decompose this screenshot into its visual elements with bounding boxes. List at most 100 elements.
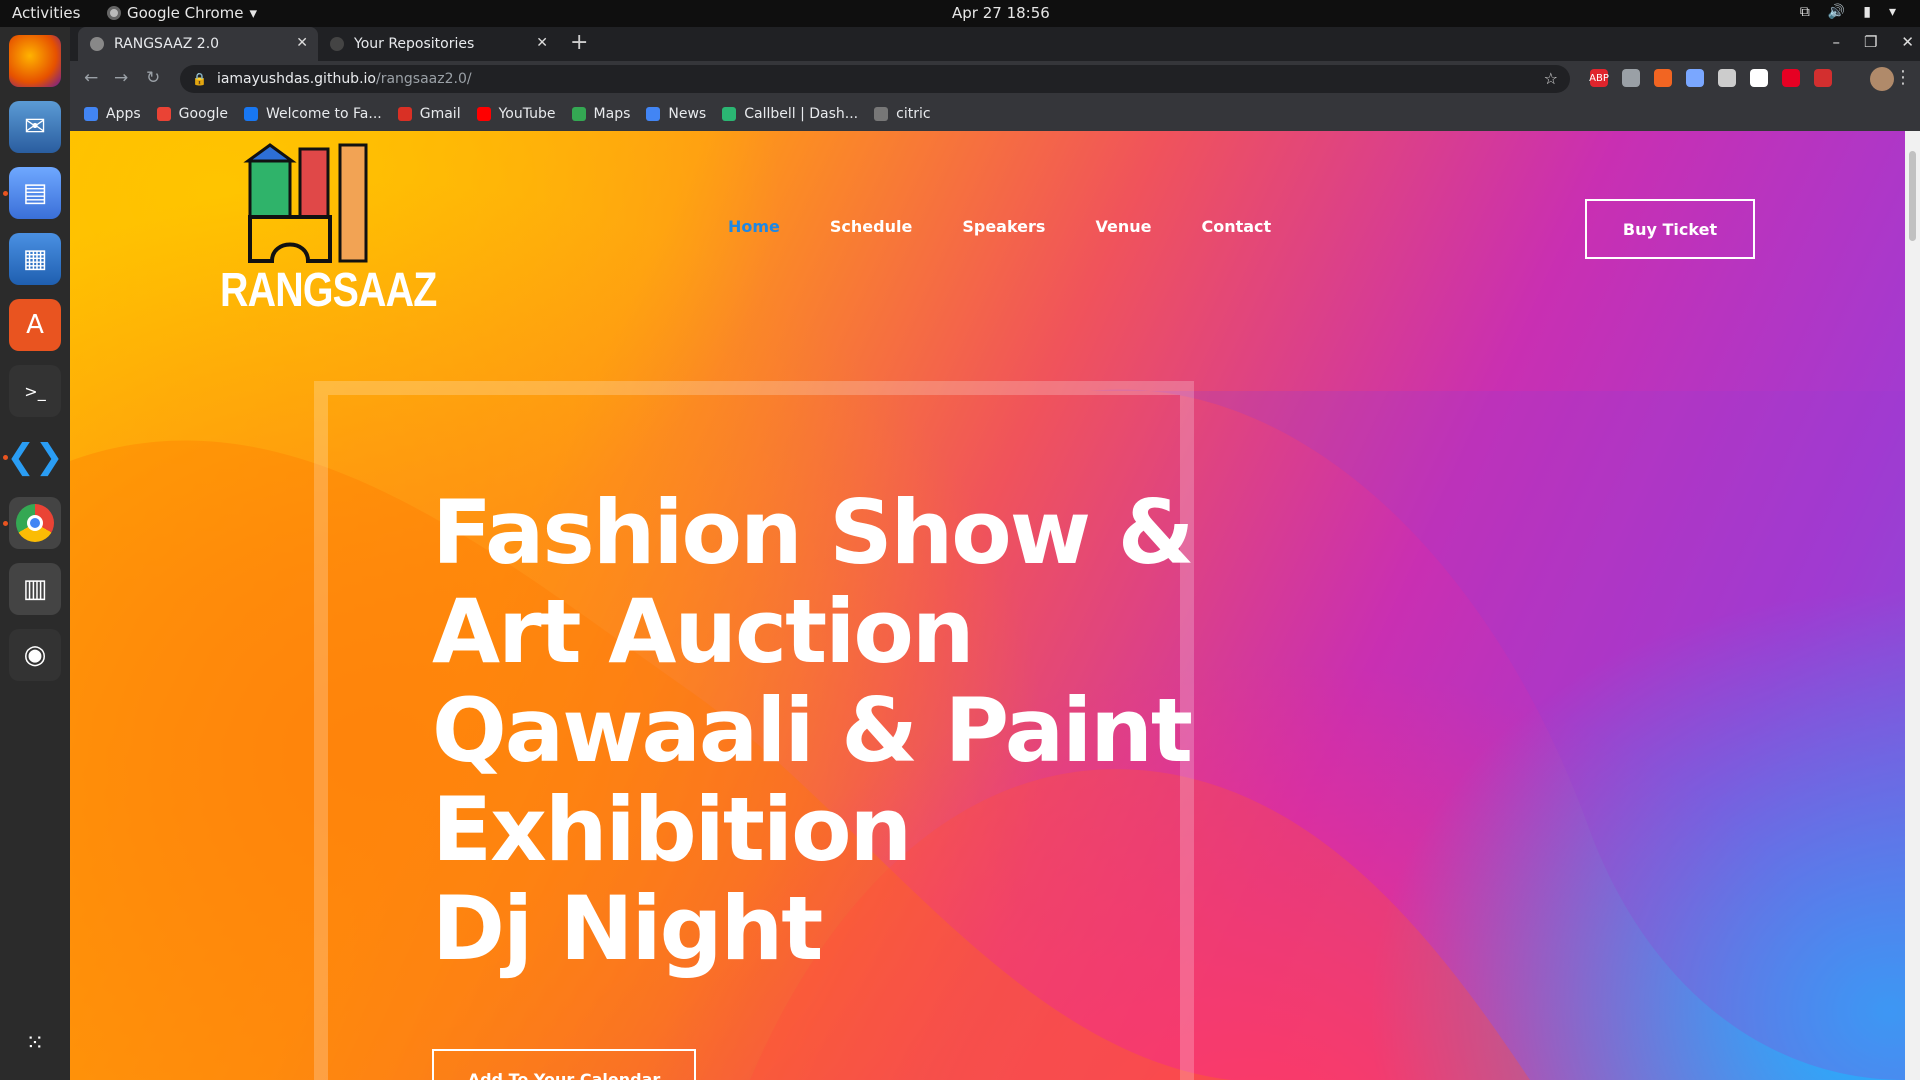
- url-path: /rangsaaz2.0/: [375, 71, 472, 87]
- terminal-icon[interactable]: >_: [9, 365, 61, 417]
- bookmark-label: Callbell | Dash...: [744, 106, 859, 122]
- bookmark-item[interactable]: Maps: [571, 106, 630, 122]
- gmail-icon: [397, 107, 412, 121]
- volume-icon: 🔊: [1827, 4, 1846, 20]
- camera-icon[interactable]: ◉: [9, 629, 61, 681]
- chevron-down-icon: ▾: [1888, 4, 1896, 20]
- firefox-icon[interactable]: [9, 35, 61, 87]
- logo-text: RANGSAAZ: [220, 264, 437, 317]
- clock[interactable]: Apr 27 18:56: [952, 4, 1050, 22]
- extension-icon[interactable]: [1622, 69, 1640, 87]
- news-icon: [646, 107, 661, 121]
- app-menu[interactable]: Google Chrome ▾: [107, 4, 257, 22]
- close-window-icon[interactable]: ✕: [1901, 33, 1914, 51]
- apps-grid-icon: [84, 107, 98, 121]
- hero-title-line: Exhibition: [432, 778, 912, 881]
- forward-icon[interactable]: →: [114, 68, 128, 88]
- menu-kebab-icon[interactable]: ⋮: [1894, 67, 1912, 88]
- close-icon[interactable]: ✕: [296, 35, 308, 51]
- nav-item-contact[interactable]: Contact: [1201, 217, 1271, 236]
- bookmark-label: Welcome to Fa...: [266, 106, 382, 122]
- hero-title-line: Fashion Show &: [432, 481, 1194, 584]
- avatar[interactable]: [1870, 67, 1894, 91]
- bookmark-star-icon[interactable]: ☆: [1544, 69, 1558, 88]
- bookmark-label: Apps: [106, 106, 141, 122]
- files-icon[interactable]: ▤: [9, 167, 61, 219]
- loading-icon: [330, 37, 344, 51]
- bookmark-label: Gmail: [419, 106, 461, 122]
- new-tab-button[interactable]: +: [570, 30, 588, 55]
- thunderbird-icon[interactable]: ✉: [9, 101, 61, 153]
- restore-icon[interactable]: ❐: [1864, 33, 1877, 51]
- bookmark-label: Google: [178, 106, 229, 122]
- vscode-icon[interactable]: ❮❯: [7, 431, 64, 483]
- app-menu-label: Google Chrome: [127, 4, 244, 22]
- facebook-icon: [244, 107, 259, 121]
- page-scrollbar[interactable]: [1905, 131, 1920, 1080]
- reload-icon[interactable]: ↻: [146, 68, 160, 88]
- show-apps-icon[interactable]: ⁙: [9, 1017, 61, 1069]
- tab-repositories[interactable]: Your Repositories ✕: [318, 27, 558, 61]
- system-tray[interactable]: ⧉ 🔊 ▮ ▾: [1800, 4, 1896, 20]
- battery-icon: ▮: [1863, 4, 1871, 20]
- main-nav: Home Schedule Speakers Venue Contact: [728, 217, 1321, 236]
- bookmark-label: citric: [896, 106, 931, 122]
- dock: ✉ ▤ ▦ A >_ ❮❯ ▥ ◉ ⁙: [0, 27, 70, 1080]
- bookmark-item[interactable]: Google: [156, 106, 229, 122]
- extension-icon[interactable]: [1654, 69, 1672, 87]
- back-icon[interactable]: ←: [84, 68, 98, 88]
- scrollbar-thumb[interactable]: [1909, 151, 1916, 241]
- lock-icon: 🔒: [192, 72, 207, 86]
- extensions-area: ABP: [1589, 69, 1832, 87]
- buy-ticket-button[interactable]: Buy Ticket: [1585, 199, 1755, 259]
- globe-icon: [90, 37, 104, 51]
- software-center-icon[interactable]: A: [9, 299, 61, 351]
- callbell-icon: [722, 107, 737, 121]
- bookmark-item[interactable]: Welcome to Fa...: [244, 106, 382, 122]
- running-indicator: [3, 191, 8, 196]
- hero-title: Fashion Show & Art Auction Qawaali & Paint…: [432, 481, 1194, 980]
- hero-title-line: Art Auction: [432, 580, 974, 683]
- chrome-icon: [107, 6, 121, 20]
- url-host: iamayushdas.github.io: [216, 71, 376, 87]
- activities-button[interactable]: Activities: [12, 4, 80, 22]
- bookmark-item[interactable]: Gmail: [397, 106, 461, 122]
- tab-title: RANGSAAZ 2.0: [114, 36, 220, 52]
- extension-icon[interactable]: [1718, 69, 1736, 87]
- extension-icon[interactable]: [1782, 69, 1800, 87]
- chrome-icon[interactable]: [9, 497, 61, 549]
- close-icon[interactable]: ✕: [536, 35, 548, 51]
- bookmark-item[interactable]: News: [646, 106, 706, 122]
- tab-rangsaaz[interactable]: RANGSAAZ 2.0 ✕: [78, 27, 318, 61]
- bookmark-item[interactable]: citric: [874, 106, 931, 122]
- extension-icon[interactable]: [1750, 69, 1768, 87]
- address-bar[interactable]: 🔒 iamayushdas.github.io/rangsaaz2.0/ ☆: [180, 65, 1570, 93]
- bookmark-item[interactable]: Callbell | Dash...: [722, 106, 858, 122]
- add-to-calendar-button[interactable]: Add To Your Calendar: [432, 1049, 696, 1080]
- minimize-icon[interactable]: –: [1832, 33, 1840, 51]
- nav-item-speakers[interactable]: Speakers: [962, 217, 1045, 236]
- browser-toolbar: ← → ↻ 🔒 iamayushdas.github.io/rangsaaz2.…: [70, 61, 1920, 97]
- youtube-icon: [476, 107, 491, 121]
- nav-item-schedule[interactable]: Schedule: [830, 217, 912, 236]
- calculator-icon[interactable]: ▥: [9, 563, 61, 615]
- google-icon: [156, 107, 171, 121]
- bookmark-label: YouTube: [498, 106, 556, 122]
- network-icon: ⧉: [1799, 4, 1810, 20]
- bookmark-item[interactable]: Apps: [84, 106, 141, 122]
- chevron-down-icon: ▾: [249, 4, 258, 22]
- nav-item-home[interactable]: Home: [728, 217, 780, 236]
- bookmark-item[interactable]: YouTube: [476, 106, 556, 122]
- writer-icon[interactable]: ▦: [9, 233, 61, 285]
- hero-title-line: Qawaali & Paint: [432, 679, 1193, 782]
- bookmark-label: News: [668, 106, 707, 122]
- extension-icon[interactable]: [1686, 69, 1704, 87]
- browser-window: RANGSAAZ 2.0 ✕ Your Repositories ✕ + – ❐…: [70, 27, 1920, 131]
- system-top-bar: Activities Google Chrome ▾ Apr 27 18:56 …: [0, 0, 1920, 27]
- citric-icon: [874, 107, 889, 121]
- hero-title-line: Dj Night: [432, 877, 823, 980]
- nav-item-venue[interactable]: Venue: [1095, 217, 1151, 236]
- window-controls: – ❐ ✕: [1832, 33, 1914, 51]
- extension-icon[interactable]: ABP: [1589, 69, 1609, 87]
- extension-icon[interactable]: [1814, 69, 1832, 87]
